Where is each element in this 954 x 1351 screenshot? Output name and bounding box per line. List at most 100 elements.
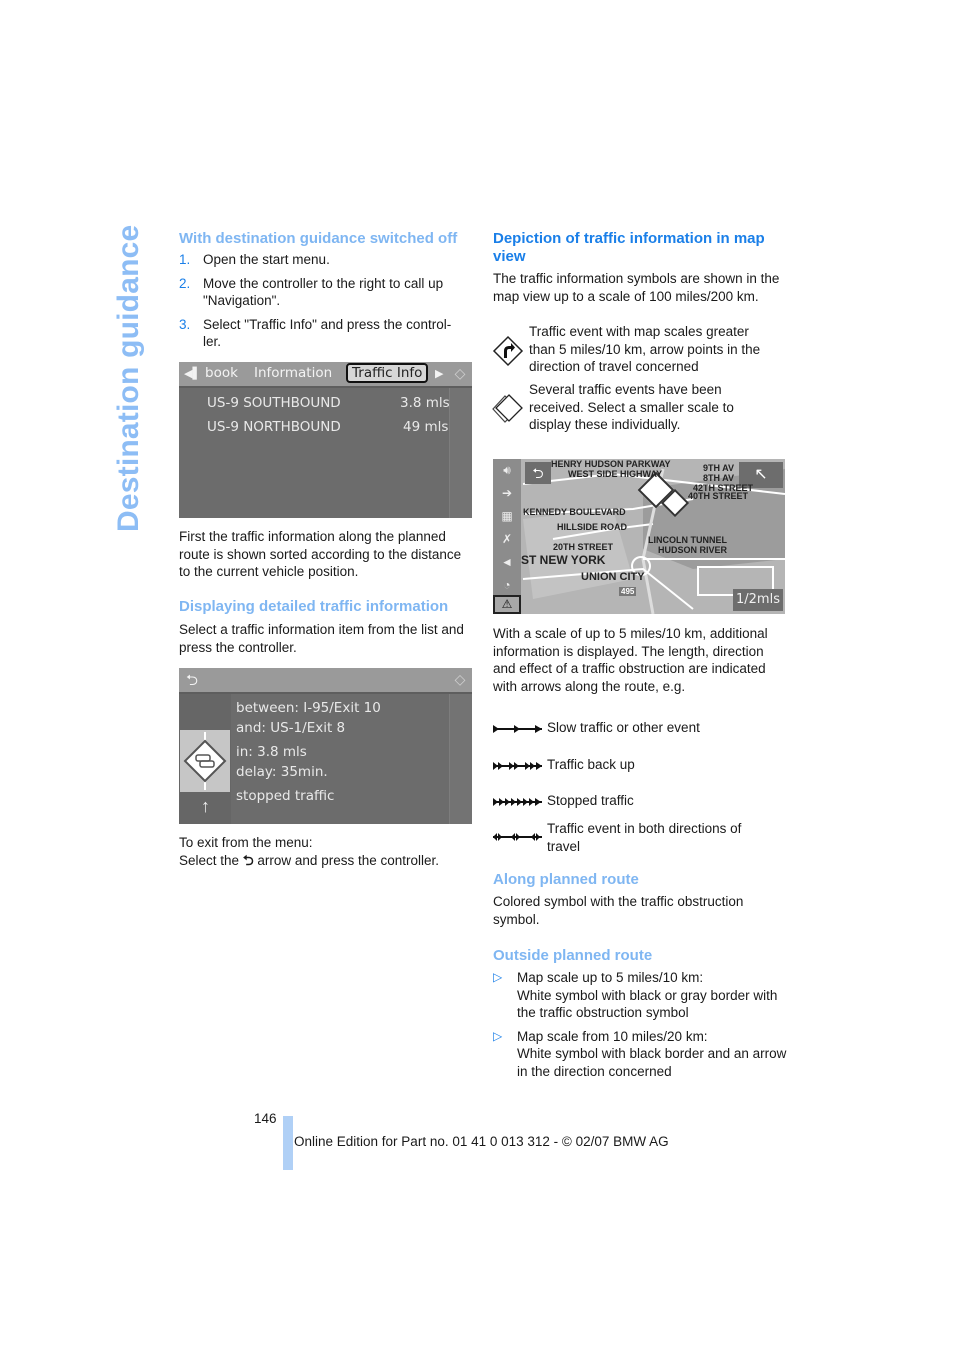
slow-traffic-arrow-icon (493, 725, 542, 733)
step-1: 1. Open the start menu. (179, 251, 469, 269)
step-text: Select "Traffic Info" and press the cont… (203, 316, 452, 350)
detail-delay: delay: 35min. (236, 764, 328, 780)
map-label: 9TH AV (703, 463, 735, 473)
scroll-right-icon[interactable]: ▶ (435, 367, 443, 380)
map-label: LINCOLN TUNNEL (648, 535, 727, 545)
exit-text-line1: To exit from the menu: (179, 835, 313, 850)
exit-text-suffix: arrow and press the controller. (257, 852, 439, 868)
map-label: HUDSON RIVER (658, 545, 728, 555)
step-3: 3. Select "Traffic Info" and press the c… (179, 316, 469, 351)
stopped-traffic-arrow-icon (493, 798, 542, 806)
pedestrian-icon[interactable]: ✗ (493, 528, 521, 551)
paragraph-additional-info: With a scale of up to 5 miles/10 km, add… (493, 626, 768, 694)
step-text: Move the controller to the right to call… (203, 275, 444, 309)
steps-list: 1. Open the start menu. 2. Move the cont… (179, 251, 469, 351)
footer-accent-bar (283, 1116, 293, 1170)
bullet-line2: White symbol with black or gray border w… (517, 987, 778, 1021)
chapter-title: Destination guidance (112, 224, 145, 532)
paragraph-along-route: Colored symbol with the traffic obstruct… (493, 894, 744, 927)
symbol-desc-single: Traffic event with map scales greater th… (529, 324, 761, 374)
detail-in: in: 3.8 mls (236, 744, 307, 760)
map-label: UNION CITY (581, 571, 645, 583)
legend-label: Traffic event in both directions of trav… (547, 821, 742, 854)
step-2: 2. Move the controller to the right to c… (179, 275, 469, 310)
paragraph-intro: The traffic information symbols are show… (493, 271, 780, 304)
warning-icon[interactable]: ⚠ (493, 595, 521, 614)
map-label: HILLSIDE ROAD (557, 522, 628, 532)
map-label: ST NEW YORK (521, 553, 606, 567)
paragraph-select-item: Select a traffic information item from t… (179, 622, 464, 655)
legend-label: Stopped traffic (547, 793, 634, 808)
split-screen-icon[interactable]: ▦ (493, 505, 521, 528)
scrollbar[interactable] (449, 388, 472, 518)
traffic-row-road[interactable]: US-9 NORTHBOUND (207, 419, 341, 435)
bullet-triangle-icon: ▷ (493, 1028, 503, 1043)
detail-type: stopped traffic (236, 788, 335, 804)
traffic-row-distance: 3.8 mls (400, 395, 450, 411)
traffic-jam-diamond-icon (183, 732, 227, 790)
bullet-triangle-icon: ▷ (493, 970, 503, 984)
back-arrow-icon[interactable]: ⮌ (186, 670, 198, 695)
screen-top-bar: ⮌ ◇ (179, 668, 472, 694)
screen-tab-bar: ◀▌ book Information Traffic Info ▶ ◇ (179, 362, 472, 388)
traffic-detail-screen: ⮌ ◇ ↑ between: I-95/Exit 10 and: US-1/Ex… (179, 668, 472, 824)
step-number: 2. (179, 275, 191, 291)
traffic-info-screen: ◀▌ book Information Traffic Info ▶ ◇ US-… (179, 362, 472, 518)
bullet-item: ▷ Map scale from 10 miles/20 km: White s… (493, 1028, 788, 1081)
bullet-line1: Map scale up to 5 miles/10 km: (517, 970, 704, 985)
map-label: 40TH STREET (688, 491, 749, 501)
scroll-left-icon[interactable]: ◀▌ (184, 367, 201, 380)
map-label: 20TH STREET (553, 542, 614, 552)
stacked-diamond-icon (492, 393, 524, 425)
section-heading-outside-route: Outside planned route (493, 947, 653, 964)
legend-label: Traffic back up (547, 757, 635, 772)
step-text: Open the start menu. (203, 252, 330, 267)
outside-route-bullets: ▷ Map scale up to 5 miles/10 km: White s… (493, 969, 788, 1080)
scrollbar[interactable] (449, 694, 472, 824)
route-icon[interactable]: ➔ (493, 482, 521, 505)
traffic-backup-arrow-icon (493, 762, 542, 770)
map-label: 8TH AV (703, 473, 735, 483)
bullet-line1: Map scale from 10 miles/20 km: (517, 1028, 708, 1044)
up-arrow-icon[interactable]: ↑ (201, 796, 210, 817)
controller-knob-icon: ◇ (454, 365, 466, 381)
bullet-item: ▷ Map scale up to 5 miles/10 km: White s… (493, 969, 788, 1022)
map-side-toolbar: 🔊︎ ➔ ▦ ✗ ◄ ◔ (493, 459, 521, 599)
map-scale-button[interactable]: 1/2mls (733, 589, 783, 611)
direction-icon[interactable]: ◄ (493, 551, 521, 574)
tab-information[interactable]: Information (254, 365, 332, 381)
diamond-arrow-icon (492, 335, 524, 367)
map-label: WEST SIDE HIGHWAY (568, 469, 663, 479)
exit-text-line2: Select the ⮌ arrow and press the control… (179, 852, 479, 870)
detail-lines: between: I-95/Exit 10 and: US-1/Exit 8 i… (236, 698, 381, 806)
exit-instructions: To exit from the menu: Select the ⮌ arro… (179, 834, 479, 869)
section-heading-detailed: Displaying detailed traffic information (179, 598, 449, 615)
back-arrow-icon: ⮌ (242, 852, 254, 868)
exit-text-prefix: Select the (179, 852, 240, 868)
map-back-button[interactable]: ⮌ (525, 462, 551, 484)
symbol-desc-multiple: Several traffic events have been receive… (529, 382, 734, 432)
detail-between: between: I-95/Exit 10 (236, 700, 381, 716)
controller-knob-icon: ◇ (454, 671, 466, 687)
map-label: KENNEDY BOULEVARD (523, 507, 626, 517)
legend-label: Slow traffic or other event (547, 720, 700, 735)
map-view-screen: 🔊︎ ➔ ▦ ✗ ◄ ◔ ⚠ ⮌ ↖ HENRY HUDSON PARKWAY … (493, 459, 785, 614)
highway-shield: 495 (619, 587, 637, 596)
footer-edition: Online Edition for Part no. 01 41 0 013 … (294, 1134, 669, 1149)
traffic-row-distance: 49 mls (403, 419, 449, 435)
bullet-line2: White symbol with black border and an ar… (517, 1046, 787, 1079)
section-heading-guidance-off: With destination guidance switched off (179, 230, 458, 247)
detail-and: and: US-1/Exit 8 (236, 720, 346, 736)
tab-traffic-info[interactable]: Traffic Info (346, 363, 429, 383)
paragraph-sorted: First the traffic information along the … (179, 529, 462, 579)
map-label: HENRY HUDSON PARKWAY (551, 459, 671, 469)
timer-icon[interactable]: ◔ (493, 574, 521, 597)
both-directions-arrow-icon (493, 833, 542, 841)
section-heading-depiction: Depiction of traffic information in map … (493, 230, 765, 265)
page-number: 146 (254, 1111, 277, 1126)
volume-icon[interactable]: 🔊︎ (493, 459, 521, 482)
tab-book[interactable]: book (205, 365, 238, 381)
step-number: 3. (179, 316, 191, 332)
selected-symbol-tile[interactable] (180, 730, 230, 792)
traffic-row-road[interactable]: US-9 SOUTHBOUND (207, 395, 341, 411)
